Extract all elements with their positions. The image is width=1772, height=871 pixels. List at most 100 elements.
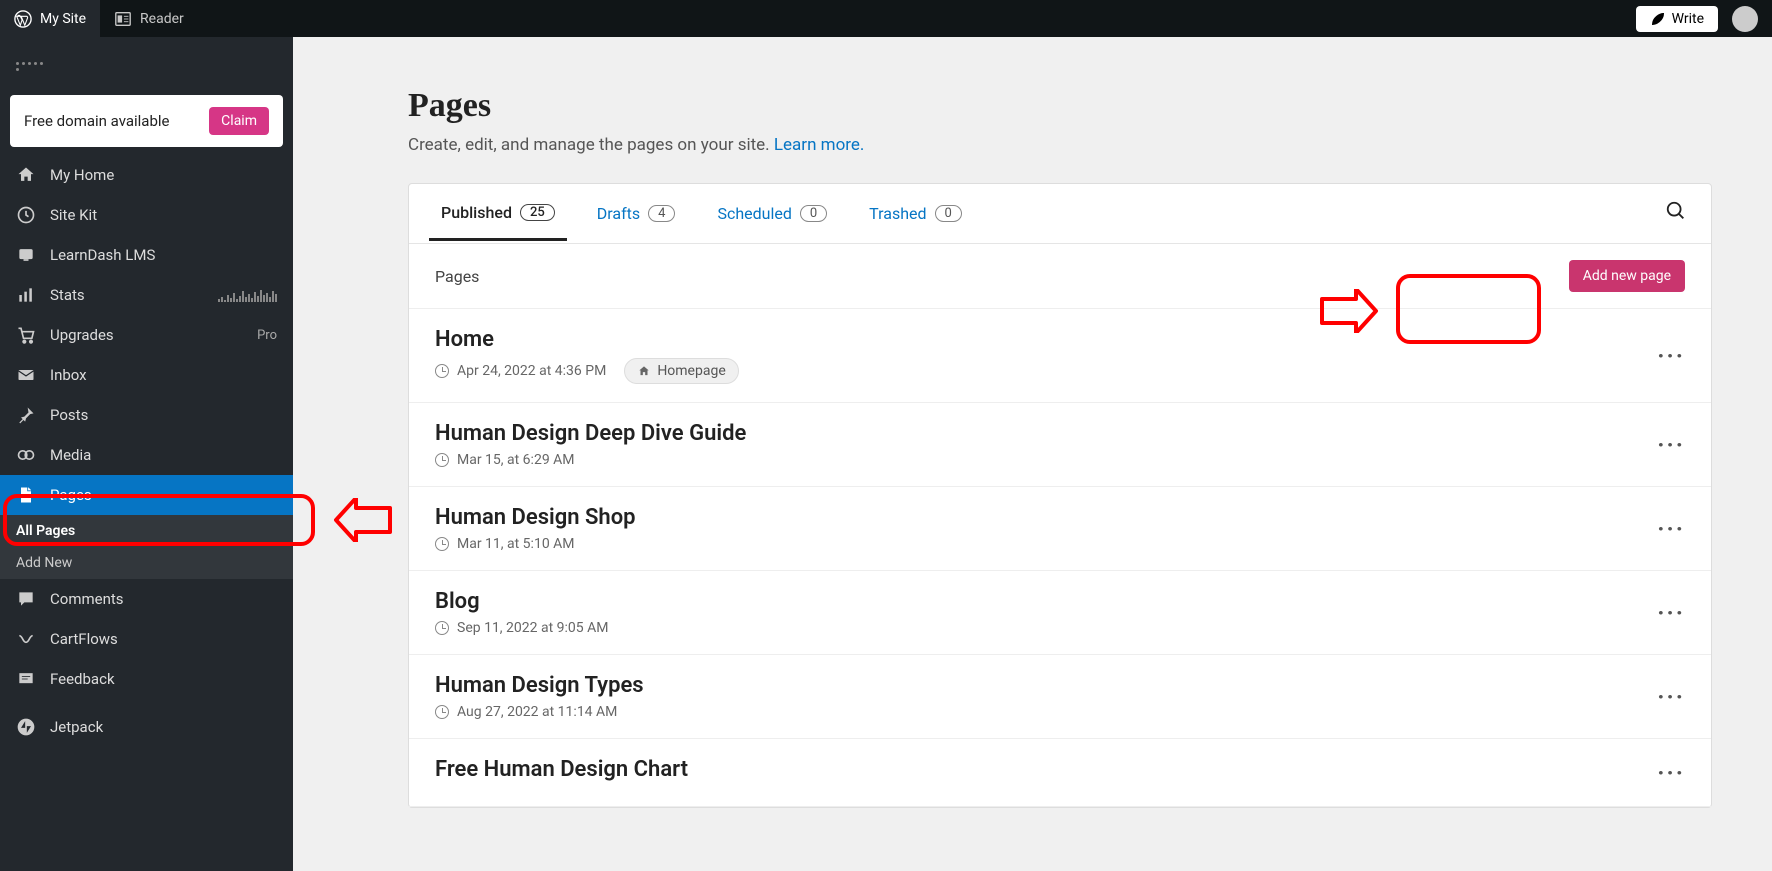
sitekit-icon [16, 205, 36, 225]
topbar-mysite[interactable]: My Site [0, 0, 100, 37]
status-tabs: Published 25 Drafts 4 Scheduled 0 Trashe… [409, 184, 1711, 244]
sidebar-item-inbox[interactable]: Inbox [0, 355, 293, 395]
page-title-text: Free Human Design Chart [435, 757, 1657, 782]
sidebar-item-upgrades[interactable]: Upgrades Pro [0, 315, 293, 355]
leaf-icon [1650, 11, 1666, 27]
page-row[interactable]: Human Design Types Aug 27, 2022 at 11:14 … [409, 655, 1711, 739]
sidebar-item-learndash[interactable]: LearnDash LMS [0, 235, 293, 275]
claim-button[interactable]: Claim [209, 107, 269, 135]
clock-icon [435, 705, 449, 719]
pages-card: Published 25 Drafts 4 Scheduled 0 Trashe… [408, 183, 1712, 808]
page-title-text: Human Design Shop [435, 505, 1657, 530]
sidebar-item-label: Pages [50, 486, 92, 504]
tab-count: 0 [935, 205, 962, 222]
page-title: Pages [408, 87, 1712, 125]
sidebar-item-label: CartFlows [50, 630, 118, 648]
tab-scheduled[interactable]: Scheduled 0 [705, 188, 839, 239]
page-row[interactable]: Free Human Design Chart··· [409, 739, 1711, 807]
tab-label: Published [441, 203, 512, 222]
feedback-icon [16, 669, 36, 689]
learn-more-link[interactable]: Learn more. [774, 135, 865, 155]
sidebar-item-label: My Home [50, 166, 114, 184]
sidebar-item-comments[interactable]: Comments [0, 579, 293, 619]
sidebar-item-feedback[interactable]: Feedback [0, 659, 293, 699]
tab-trashed[interactable]: Trashed 0 [857, 188, 974, 239]
tab-label: Trashed [869, 204, 926, 223]
reader-icon [114, 10, 132, 28]
sidebar-item-label: Posts [50, 406, 88, 424]
clock-icon [435, 364, 449, 378]
tab-count: 25 [520, 204, 555, 221]
sidebar-item-label: Jetpack [50, 718, 103, 736]
main-content: Pages Create, edit, and manage the pages… [293, 37, 1772, 871]
subtitle-text: Create, edit, and manage the pages on yo… [408, 135, 774, 155]
sidebar-item-sitekit[interactable]: Site Kit [0, 195, 293, 235]
stats-sparkline [218, 288, 277, 302]
sidebar-item-jetpack[interactable]: Jetpack [0, 707, 293, 747]
cart-icon [16, 325, 36, 345]
site-switcher[interactable] [0, 37, 293, 95]
tab-count: 0 [800, 205, 827, 222]
list-header-title: Pages [435, 267, 479, 286]
page-subtitle: Create, edit, and manage the pages on yo… [408, 135, 1712, 155]
page-title-text: Human Design Deep Dive Guide [435, 421, 1657, 446]
media-icon [16, 445, 36, 465]
page-row[interactable]: HomeApr 24, 2022 at 4:36 PMHomepage··· [409, 309, 1711, 403]
sidebar-item-pages[interactable]: Pages [0, 475, 293, 515]
page-date: Aug 27, 2022 at 11:14 AM [435, 704, 1657, 720]
sidebar-item-label: Feedback [50, 670, 115, 688]
row-more-button[interactable]: ··· [1657, 342, 1685, 370]
learndash-icon [16, 245, 36, 265]
sidebar-item-label: Media [50, 446, 91, 464]
page-date: Apr 24, 2022 at 4:36 PMHomepage [435, 358, 1657, 384]
clock-icon [435, 621, 449, 635]
page-row[interactable]: Human Design Deep Dive Guide Mar 15, at 6… [409, 403, 1711, 487]
sidebar-item-stats[interactable]: Stats [0, 275, 293, 315]
sidebar-item-label: Inbox [50, 366, 87, 384]
sidebar-item-label: Upgrades [50, 326, 114, 344]
sidebar-item-label: LearnDash LMS [50, 246, 155, 264]
row-more-button[interactable]: ··· [1657, 431, 1685, 459]
jetpack-icon [16, 717, 36, 737]
page-date: Sep 11, 2022 at 9:05 AM [435, 620, 1657, 636]
wordpress-icon [14, 10, 32, 28]
tab-label: Scheduled [717, 204, 791, 223]
page-date: Mar 15, at 6:29 AM [435, 452, 1657, 468]
tab-count: 4 [648, 205, 675, 222]
pin-icon [16, 405, 36, 425]
avatar[interactable] [1732, 6, 1758, 32]
submenu-all-pages[interactable]: All Pages [0, 515, 293, 547]
search-icon[interactable] [1661, 184, 1691, 243]
write-label: Write [1672, 11, 1704, 27]
row-more-button[interactable]: ··· [1657, 599, 1685, 627]
stats-icon [16, 285, 36, 305]
tab-published[interactable]: Published 25 [429, 187, 567, 241]
sidebar: Free domain available Claim My Home Site… [0, 37, 293, 871]
page-title-text: Blog [435, 589, 1657, 614]
add-new-page-button[interactable]: Add new page [1569, 260, 1685, 292]
topbar-reader[interactable]: Reader [100, 0, 198, 37]
tab-drafts[interactable]: Drafts 4 [585, 188, 688, 239]
topbar-reader-label: Reader [140, 11, 184, 27]
row-more-button[interactable]: ··· [1657, 759, 1685, 787]
sidebar-submenu: All Pages Add New [0, 515, 293, 579]
page-row[interactable]: Blog Sep 11, 2022 at 9:05 AM··· [409, 571, 1711, 655]
sidebar-item-posts[interactable]: Posts [0, 395, 293, 435]
sidebar-item-label: Comments [50, 590, 124, 608]
sidebar-item-label: Stats [50, 286, 85, 304]
submenu-add-new[interactable]: Add New [0, 547, 293, 579]
write-button[interactable]: Write [1636, 6, 1718, 32]
row-more-button[interactable]: ··· [1657, 683, 1685, 711]
home-icon [16, 165, 36, 185]
pro-badge: Pro [257, 328, 277, 343]
list-header: Pages Add new page [409, 244, 1711, 309]
row-more-button[interactable]: ··· [1657, 515, 1685, 543]
page-row[interactable]: Human Design ShopMar 11, at 5:10 AM··· [409, 487, 1711, 571]
sidebar-item-media[interactable]: Media [0, 435, 293, 475]
domain-banner: Free domain available Claim [10, 95, 283, 147]
clock-icon [435, 537, 449, 551]
sidebar-item-cartflows[interactable]: CartFlows [0, 619, 293, 659]
sidebar-item-myhome[interactable]: My Home [0, 155, 293, 195]
cartflows-icon [16, 629, 36, 649]
page-title-text: Human Design Types [435, 673, 1657, 698]
